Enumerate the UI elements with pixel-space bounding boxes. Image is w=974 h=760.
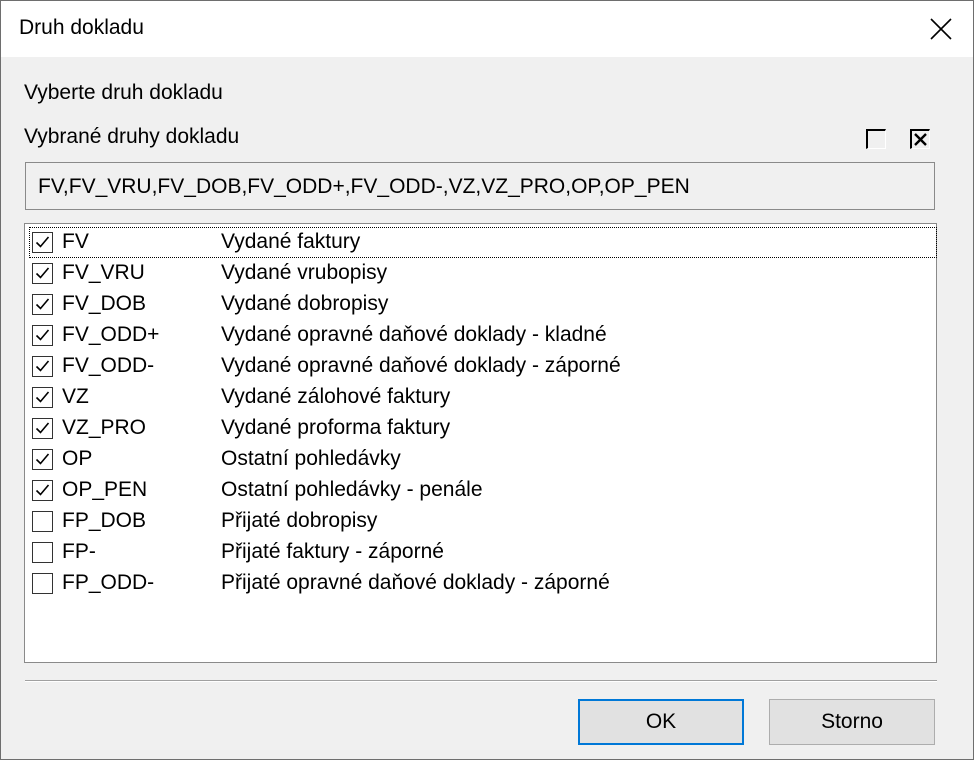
- list-item-description: Vydané faktury: [221, 230, 361, 253]
- list-item[interactable]: OP Ostatní pohledávky: [29, 444, 937, 475]
- check-all-button[interactable]: [910, 129, 930, 149]
- list-item-checkbox[interactable]: [32, 542, 53, 563]
- list-item-description: Vydané dobropisy: [221, 292, 389, 315]
- list-item-checkbox[interactable]: [32, 263, 53, 284]
- list-item-checkbox[interactable]: [32, 356, 53, 377]
- ok-button[interactable]: OK: [578, 699, 744, 745]
- list-item-description: Přijaté opravné daňové doklady - záporné: [221, 571, 610, 594]
- list-item[interactable]: OP_PEN Ostatní pohledávky - penále: [29, 475, 937, 506]
- list-item-checkbox[interactable]: [32, 294, 53, 315]
- list-item-code: FV_VRU: [62, 261, 145, 284]
- list-item-description: Vydané proforma faktury: [221, 416, 451, 439]
- list-item-checkbox[interactable]: [32, 573, 53, 594]
- list-item-code: FP_ODD-: [62, 571, 155, 594]
- list-item-description: Přijaté faktury - záporné: [221, 540, 444, 563]
- list-item-code: VZ: [62, 385, 89, 408]
- list-item-code: FV: [62, 230, 89, 253]
- checkmark-icon: [35, 298, 50, 310]
- checkmark-icon: [35, 360, 50, 372]
- checkmark-icon: [35, 236, 50, 248]
- list-item-code: OP: [62, 447, 93, 470]
- list-item-code: FV_ODD+: [62, 323, 160, 346]
- list-item-description: Vydané zálohové faktury: [221, 385, 451, 408]
- list-item-checkbox[interactable]: [32, 480, 53, 501]
- list-item[interactable]: VZ Vydané zálohové faktury: [29, 382, 937, 413]
- list-item-code: OP_PEN: [62, 478, 148, 501]
- list-item[interactable]: FV_ODD+ Vydané opravné daňové doklady - k…: [29, 320, 937, 351]
- checkmark-icon: [35, 422, 50, 434]
- close-button[interactable]: [911, 1, 971, 57]
- selected-types-field: FV,FV_VRU,FV_DOB,FV_ODD+,FV_ODD-,VZ,VZ_P…: [25, 162, 935, 210]
- list-item-checkbox[interactable]: [32, 387, 53, 408]
- list-item-code: VZ_PRO: [62, 416, 147, 439]
- list-item[interactable]: FP- Přijaté faktury - záporné: [29, 537, 937, 568]
- checkmark-icon: [35, 267, 50, 279]
- checkmark-icon: [35, 484, 50, 496]
- list-item-description: Přijaté dobropisy: [221, 509, 378, 532]
- checkmark-icon: [35, 453, 50, 465]
- list-item-checkbox[interactable]: [32, 511, 53, 532]
- list-item-description: Vydané opravné daňové doklady - kladné: [221, 323, 607, 346]
- list-item[interactable]: FV_DOB Vydané dobropisy: [29, 289, 937, 320]
- list-item-code: FV_ODD-: [62, 354, 155, 377]
- title-bar: Druh dokladu: [1, 1, 973, 57]
- list-item-description: Ostatní pohledávky - penále: [221, 478, 483, 501]
- list-item-code: FP_DOB: [62, 509, 147, 532]
- list-item-description: Ostatní pohledávky: [221, 447, 401, 470]
- checkmark-icon: [35, 391, 50, 403]
- list-item-checkbox[interactable]: [32, 325, 53, 346]
- list-item[interactable]: FP_ODD- Přijaté opravné daňové doklady - …: [29, 568, 937, 599]
- list-item-checkbox[interactable]: [32, 418, 53, 439]
- list-item-checkbox[interactable]: [32, 449, 53, 470]
- prompt-label: Vyberte druh dokladu: [24, 81, 223, 104]
- selected-types-label: Vybrané druhy dokladu: [24, 125, 240, 148]
- separator: [25, 680, 937, 682]
- list-item-code: FV_DOB: [62, 292, 147, 315]
- list-item-checkbox[interactable]: [32, 232, 53, 253]
- list-item-code: FP-: [62, 540, 96, 563]
- checkmark-icon: [35, 329, 50, 341]
- list-item[interactable]: FV Vydané faktury: [29, 227, 937, 258]
- list-item-description: Vydané vrubopisy: [221, 261, 388, 284]
- window-title: Druh dokladu: [19, 16, 144, 39]
- list-item[interactable]: VZ_PRO Vydané proforma faktury: [29, 413, 937, 444]
- dialog-window: Druh dokladu Vyberte druh dokladu Vybran…: [0, 0, 974, 760]
- list-item-description: Vydané opravné daňové doklady - záporné: [221, 354, 621, 377]
- cancel-button[interactable]: Storno: [769, 699, 935, 745]
- uncheck-all-button[interactable]: [866, 129, 886, 149]
- list-item[interactable]: FV_ODD- Vydané opravné daňové doklady - z…: [29, 351, 937, 382]
- check-all-icon: [914, 133, 927, 146]
- list-item[interactable]: FP_DOB Přijaté dobropisy: [29, 506, 937, 537]
- list-item[interactable]: FV_VRU Vydané vrubopisy: [29, 258, 937, 289]
- document-type-list[interactable]: FV Vydané faktury FV_VRU Vydané vrubopisy FV…: [24, 223, 937, 663]
- close-icon: [930, 18, 952, 40]
